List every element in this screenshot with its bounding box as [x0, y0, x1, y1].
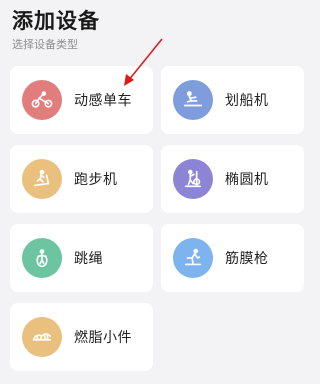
device-label: 筋膜枪 — [225, 251, 269, 267]
device-card-spin-bike[interactable]: 动感单车 — [10, 66, 153, 134]
fat-burning-gear-icon — [32, 333, 52, 341]
header: 添加设备 选择设备类型 — [12, 6, 100, 53]
device-label: 动感单车 — [74, 93, 132, 109]
page-subtitle: 选择设备类型 — [12, 38, 78, 51]
fat-burning-gear-icon-circle — [22, 317, 62, 357]
device-label: 划船机 — [225, 93, 269, 109]
add-device-page: 添加设备 选择设备类型 动感单车 划船机 跑步机 椭圆机 跳绳 筋膜枪 燃脂小件 — [0, 0, 312, 384]
jump-rope-icon-circle — [22, 238, 62, 278]
device-card-rowing-machine[interactable]: 划船机 — [161, 66, 304, 134]
device-label: 跑步机 — [74, 172, 118, 188]
device-card-massage-gun[interactable]: 筋膜枪 — [161, 224, 304, 292]
jump-rope-icon — [36, 249, 48, 268]
rowing-machine-icon — [183, 91, 203, 107]
device-card-treadmill[interactable]: 跑步机 — [10, 145, 153, 213]
massage-gun-icon-circle — [173, 238, 213, 278]
bike-icon-circle — [22, 80, 62, 120]
rowing-machine-icon-circle — [173, 80, 213, 120]
page-title: 添加设备 — [12, 9, 100, 33]
device-label: 燃脂小件 — [74, 330, 132, 346]
treadmill-icon-circle — [22, 159, 62, 199]
treadmill-icon — [33, 169, 50, 187]
bike-icon — [31, 91, 53, 108]
elliptical-icon — [184, 169, 202, 188]
device-label: 椭圆机 — [225, 172, 269, 188]
device-card-elliptical[interactable]: 椭圆机 — [161, 145, 304, 213]
elliptical-icon-circle — [173, 159, 213, 199]
device-card-fat-burning-gear[interactable]: 燃脂小件 — [10, 303, 153, 371]
device-label: 跳绳 — [74, 251, 103, 267]
massage-gun-icon — [184, 248, 202, 266]
device-type-grid: 动感单车 划船机 跑步机 椭圆机 跳绳 筋膜枪 燃脂小件 — [10, 66, 304, 371]
device-card-jump-rope[interactable]: 跳绳 — [10, 224, 153, 292]
